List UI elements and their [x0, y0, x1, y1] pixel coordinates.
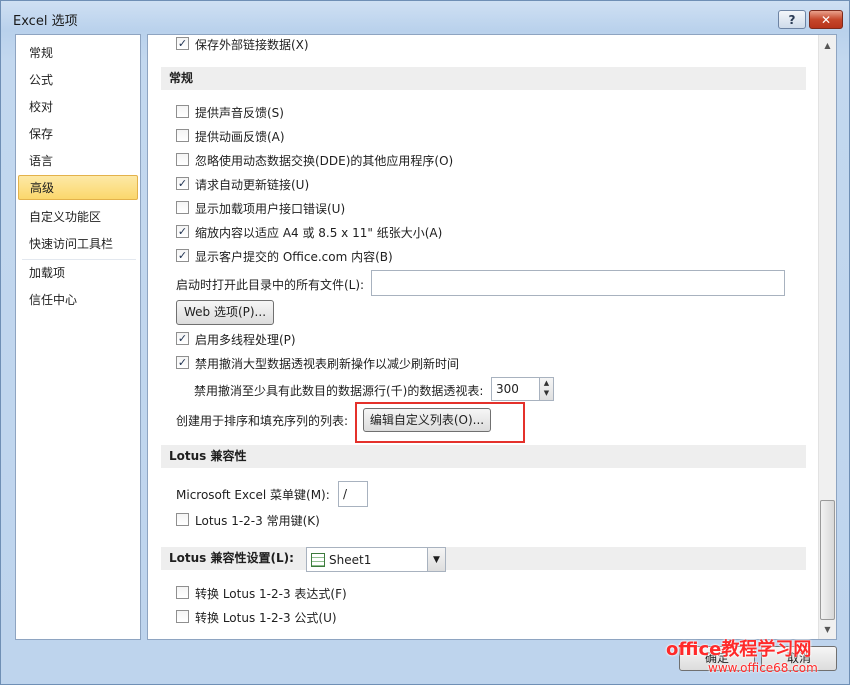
- sidebar-item-language[interactable]: 语言: [18, 149, 138, 174]
- checkmark-icon: ✓: [177, 225, 188, 238]
- undo-min-rows-spinner[interactable]: ▲ ▼: [539, 377, 554, 401]
- worksheet-icon: [311, 553, 325, 567]
- excel-options-dialog: Excel 选项 ? ✕ 常规 公式 校对 保存 语言 高级 自定义功能区 快速…: [0, 0, 850, 685]
- section-header-general: 常规: [161, 67, 806, 90]
- sound-feedback-checkbox[interactable]: [176, 105, 189, 118]
- lotus-formula-entry-checkbox[interactable]: [176, 610, 189, 623]
- lotus-formula-eval-label: 转换 Lotus 1-2-3 表达式(F): [195, 587, 347, 601]
- checkmark-icon: ✓: [177, 177, 188, 190]
- section-header-lotus: Lotus 兼容性: [161, 445, 806, 468]
- sidebar-item-formulas[interactable]: 公式: [18, 68, 138, 93]
- sidebar-item-proofing[interactable]: 校对: [18, 95, 138, 120]
- disable-undo-pivot-label: 禁用撤消大型数据透视表刷新操作以减少刷新时间: [195, 357, 460, 371]
- sidebar-item-advanced[interactable]: 高级: [18, 175, 138, 200]
- highlight-box: [355, 402, 525, 443]
- menu-key-input[interactable]: /: [338, 481, 368, 507]
- dialog-title: Excel 选项: [13, 14, 78, 29]
- watermark-url: www.office68.com: [708, 661, 818, 675]
- office-com-content-label: 显示客户提交的 Office.com 内容(B): [195, 250, 393, 264]
- auto-update-links-checkbox[interactable]: ✓: [176, 177, 189, 190]
- close-button[interactable]: ✕: [809, 10, 843, 29]
- checkmark-icon: ✓: [177, 37, 188, 50]
- sheet-select-value: Sheet1: [329, 553, 372, 567]
- custom-list-label: 创建用于排序和填充序列的列表:: [176, 414, 349, 428]
- lotus-nav-keys-label: Lotus 1-2-3 常用键(K): [195, 514, 320, 528]
- chevron-down-icon[interactable]: ▼: [427, 548, 445, 571]
- vertical-scrollbar[interactable]: ▲ ▼: [818, 35, 836, 639]
- lotus-formula-eval-checkbox[interactable]: [176, 586, 189, 599]
- sidebar-divider: [22, 259, 136, 260]
- scale-a4-letter-checkbox[interactable]: ✓: [176, 225, 189, 238]
- watermark-title: office教程学习网: [666, 639, 812, 660]
- scroll-up-icon[interactable]: ▲: [819, 37, 836, 53]
- animation-feedback-label: 提供动画反馈(A): [195, 130, 285, 144]
- site-watermark: office教程学习网 www.office68.com: [666, 635, 841, 683]
- startup-folder-input[interactable]: [371, 270, 785, 296]
- startup-folder-label: 启动时打开此目录中的所有文件(L):: [176, 278, 365, 292]
- sidebar-item-quick-access-toolbar[interactable]: 快速访问工具栏: [18, 232, 138, 257]
- scroll-thumb[interactable]: [820, 500, 835, 620]
- save-external-link-label: 保存外部链接数据(X): [195, 38, 309, 52]
- ignore-dde-label: 忽略使用动态数据交换(DDE)的其他应用程序(O): [195, 154, 454, 168]
- menu-key-label: Microsoft Excel 菜单键(M):: [176, 488, 330, 502]
- checkmark-icon: ✓: [177, 356, 188, 369]
- section-header-lotus-settings: Lotus 兼容性设置(L):: [161, 547, 806, 570]
- addin-ui-errors-checkbox[interactable]: [176, 201, 189, 214]
- lotus-formula-entry-label: 转换 Lotus 1-2-3 公式(U): [195, 611, 337, 625]
- spin-down-icon[interactable]: ▼: [540, 388, 553, 398]
- undo-min-rows-input[interactable]: 300: [491, 377, 541, 401]
- disable-undo-pivot-checkbox[interactable]: ✓: [176, 356, 189, 369]
- lotus-nav-keys-checkbox[interactable]: [176, 513, 189, 526]
- animation-feedback-checkbox[interactable]: [176, 129, 189, 142]
- ignore-dde-checkbox[interactable]: [176, 153, 189, 166]
- title-bar: Excel 选项 ? ✕: [1, 1, 849, 33]
- multithread-checkbox[interactable]: ✓: [176, 332, 189, 345]
- multithread-label: 启用多线程处理(P): [195, 333, 296, 347]
- sidebar-item-trust-center[interactable]: 信任中心: [18, 288, 138, 313]
- sound-feedback-label: 提供声音反馈(S): [195, 106, 284, 120]
- checkmark-icon: ✓: [177, 249, 188, 262]
- sheet-select[interactable]: Sheet1 ▼: [306, 547, 446, 572]
- scale-a4-letter-label: 缩放内容以适应 A4 或 8.5 x 11" 纸张大小(A): [195, 226, 443, 240]
- sidebar-item-customize-ribbon[interactable]: 自定义功能区: [18, 205, 138, 230]
- addin-ui-errors-label: 显示加载项用户接口错误(U): [195, 202, 346, 216]
- spin-up-icon[interactable]: ▲: [540, 378, 553, 388]
- advanced-options-panel: ✓ 保存外部链接数据(X) 常规 提供声音反馈(S) 提供动画反馈(A) 忽略使…: [147, 34, 837, 640]
- checkmark-icon: ✓: [177, 332, 188, 345]
- help-button[interactable]: ?: [778, 10, 806, 29]
- undo-min-rows-label: 禁用撤消至少具有此数目的数据源行(千)的数据透视表:: [194, 384, 484, 398]
- web-options-button[interactable]: Web 选项(P)...: [176, 300, 274, 325]
- office-com-content-checkbox[interactable]: ✓: [176, 249, 189, 262]
- auto-update-links-label: 请求自动更新链接(U): [195, 178, 310, 192]
- sidebar-item-general[interactable]: 常规: [18, 41, 138, 66]
- sidebar-item-save[interactable]: 保存: [18, 122, 138, 147]
- options-sidebar: 常规 公式 校对 保存 语言 高级 自定义功能区 快速访问工具栏 加载项 信任中…: [15, 34, 141, 640]
- sidebar-item-addins[interactable]: 加载项: [18, 261, 138, 286]
- save-external-link-checkbox[interactable]: ✓: [176, 37, 189, 50]
